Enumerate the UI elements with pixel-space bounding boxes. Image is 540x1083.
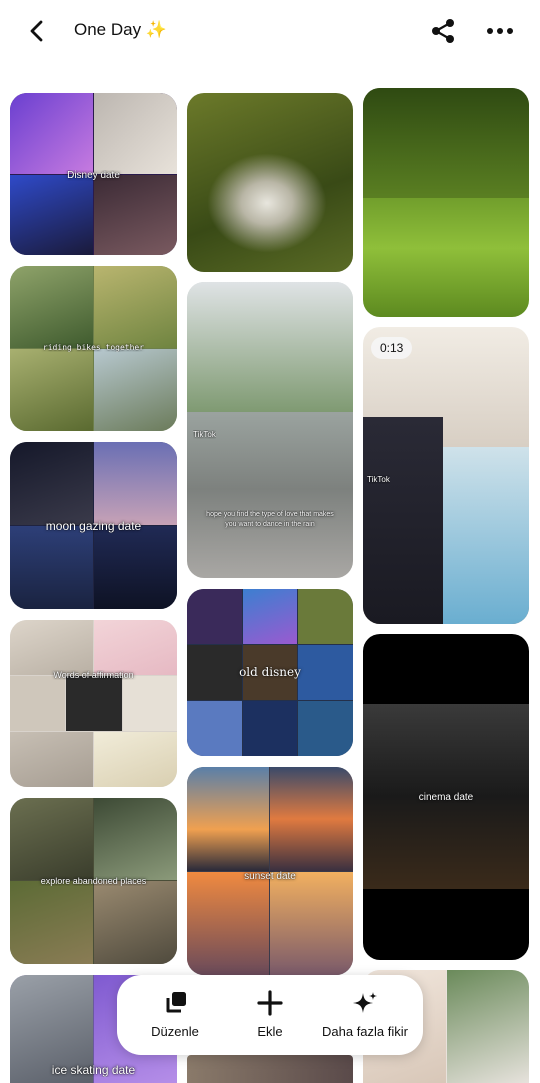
pin-abandoned[interactable]: explore abandoned places xyxy=(10,798,177,964)
pin-watermark: TikTok xyxy=(367,475,390,484)
pin-image xyxy=(94,798,177,880)
pin-image xyxy=(94,620,177,675)
pin-caption: old disney xyxy=(239,665,301,679)
pin-image xyxy=(207,153,327,253)
pin-image xyxy=(443,447,529,624)
pin-image xyxy=(187,767,269,871)
back-arrow-icon xyxy=(30,20,43,42)
pin-riding-bikes[interactable]: riding bikes together xyxy=(10,266,177,431)
pin-image xyxy=(10,526,93,609)
pin-caption: moon gazing date xyxy=(45,519,142,533)
pin-image xyxy=(10,93,93,174)
share-button[interactable] xyxy=(428,16,458,46)
pin-image xyxy=(10,732,93,787)
pin-image xyxy=(10,798,93,880)
pin-lawn[interactable] xyxy=(363,88,529,317)
video-duration-badge: 0:13 xyxy=(371,337,413,359)
pin-image xyxy=(66,676,122,731)
pin-caption: ice skating date xyxy=(51,1063,136,1077)
add-button[interactable]: Ekle xyxy=(227,975,313,1055)
pin-image xyxy=(10,442,93,525)
pin-caption: Words of affirmation xyxy=(53,670,134,680)
pin-image xyxy=(298,589,353,644)
pin-image xyxy=(10,175,93,255)
organize-button[interactable]: Düzenle xyxy=(123,975,227,1055)
pin-image xyxy=(363,417,443,624)
pin-image xyxy=(94,732,177,787)
pin-onesies[interactable]: 0:13 TikTok xyxy=(363,327,529,624)
pin-image xyxy=(94,349,177,431)
pin-rain-dance[interactable]: TikTok hope you find the type of love th… xyxy=(187,282,353,578)
pin-caption: explore abandoned places xyxy=(40,876,147,886)
pin-image xyxy=(94,266,177,348)
pin-image xyxy=(94,175,177,255)
pin-image xyxy=(94,93,177,174)
pin-old-disney[interactable]: old disney xyxy=(187,589,353,756)
pin-picnic[interactable] xyxy=(187,93,353,272)
pin-image xyxy=(94,442,177,525)
pin-image xyxy=(10,676,65,731)
pin-image xyxy=(270,872,353,975)
pin-caption: sunset date xyxy=(244,871,296,882)
pin-sunset[interactable]: sunset date xyxy=(187,767,353,975)
pin-image xyxy=(298,701,353,756)
pin-affirmation[interactable]: Words of affirmation xyxy=(10,620,177,787)
more-ideas-button[interactable]: Daha fazla fikir xyxy=(313,975,417,1055)
top-bar: One Day ✨ xyxy=(0,0,540,64)
share-icon xyxy=(432,19,454,43)
pin-image xyxy=(243,589,297,644)
more-dots-icon xyxy=(487,28,513,34)
more-options-button[interactable] xyxy=(484,16,516,46)
pin-moon-gazing[interactable]: moon gazing date xyxy=(10,442,177,609)
organize-label: Düzenle xyxy=(151,1024,199,1039)
board-title: One Day ✨ xyxy=(74,20,167,39)
pin-image xyxy=(187,282,353,412)
organize-icon xyxy=(166,992,186,1013)
pin-image xyxy=(10,266,93,348)
pin-disney-date[interactable]: Disney date xyxy=(10,93,177,255)
pin-cinema[interactable]: cinema date xyxy=(363,634,529,960)
pin-image xyxy=(94,881,177,964)
pin-image xyxy=(270,767,353,871)
pin-image xyxy=(363,88,529,198)
pin-caption: cinema date xyxy=(418,792,474,803)
pin-caption: Disney date xyxy=(67,170,120,181)
pin-image xyxy=(187,701,242,756)
plus-icon xyxy=(257,990,283,1016)
pin-image xyxy=(447,970,529,1083)
board-action-bar: Düzenle Ekle Daha fazla fikir xyxy=(117,975,423,1055)
pin-caption: hope you find the type of love that make… xyxy=(206,511,334,528)
pin-caption: riding bikes together xyxy=(42,343,145,352)
pin-image xyxy=(10,349,93,431)
add-label: Ekle xyxy=(257,1024,283,1039)
pin-image xyxy=(243,701,297,756)
pin-watermark: TikTok xyxy=(193,430,216,439)
pin-image xyxy=(94,526,177,609)
pin-image xyxy=(123,676,177,731)
pin-image xyxy=(187,872,269,975)
more-ideas-label: Daha fazla fikir xyxy=(322,1024,408,1039)
back-button[interactable] xyxy=(22,16,52,46)
pin-bottom-center[interactable] xyxy=(187,1055,353,1083)
pin-image xyxy=(10,881,93,964)
pin-image xyxy=(187,589,242,644)
pin-image xyxy=(10,620,93,675)
sparkle-icon xyxy=(353,992,377,1013)
